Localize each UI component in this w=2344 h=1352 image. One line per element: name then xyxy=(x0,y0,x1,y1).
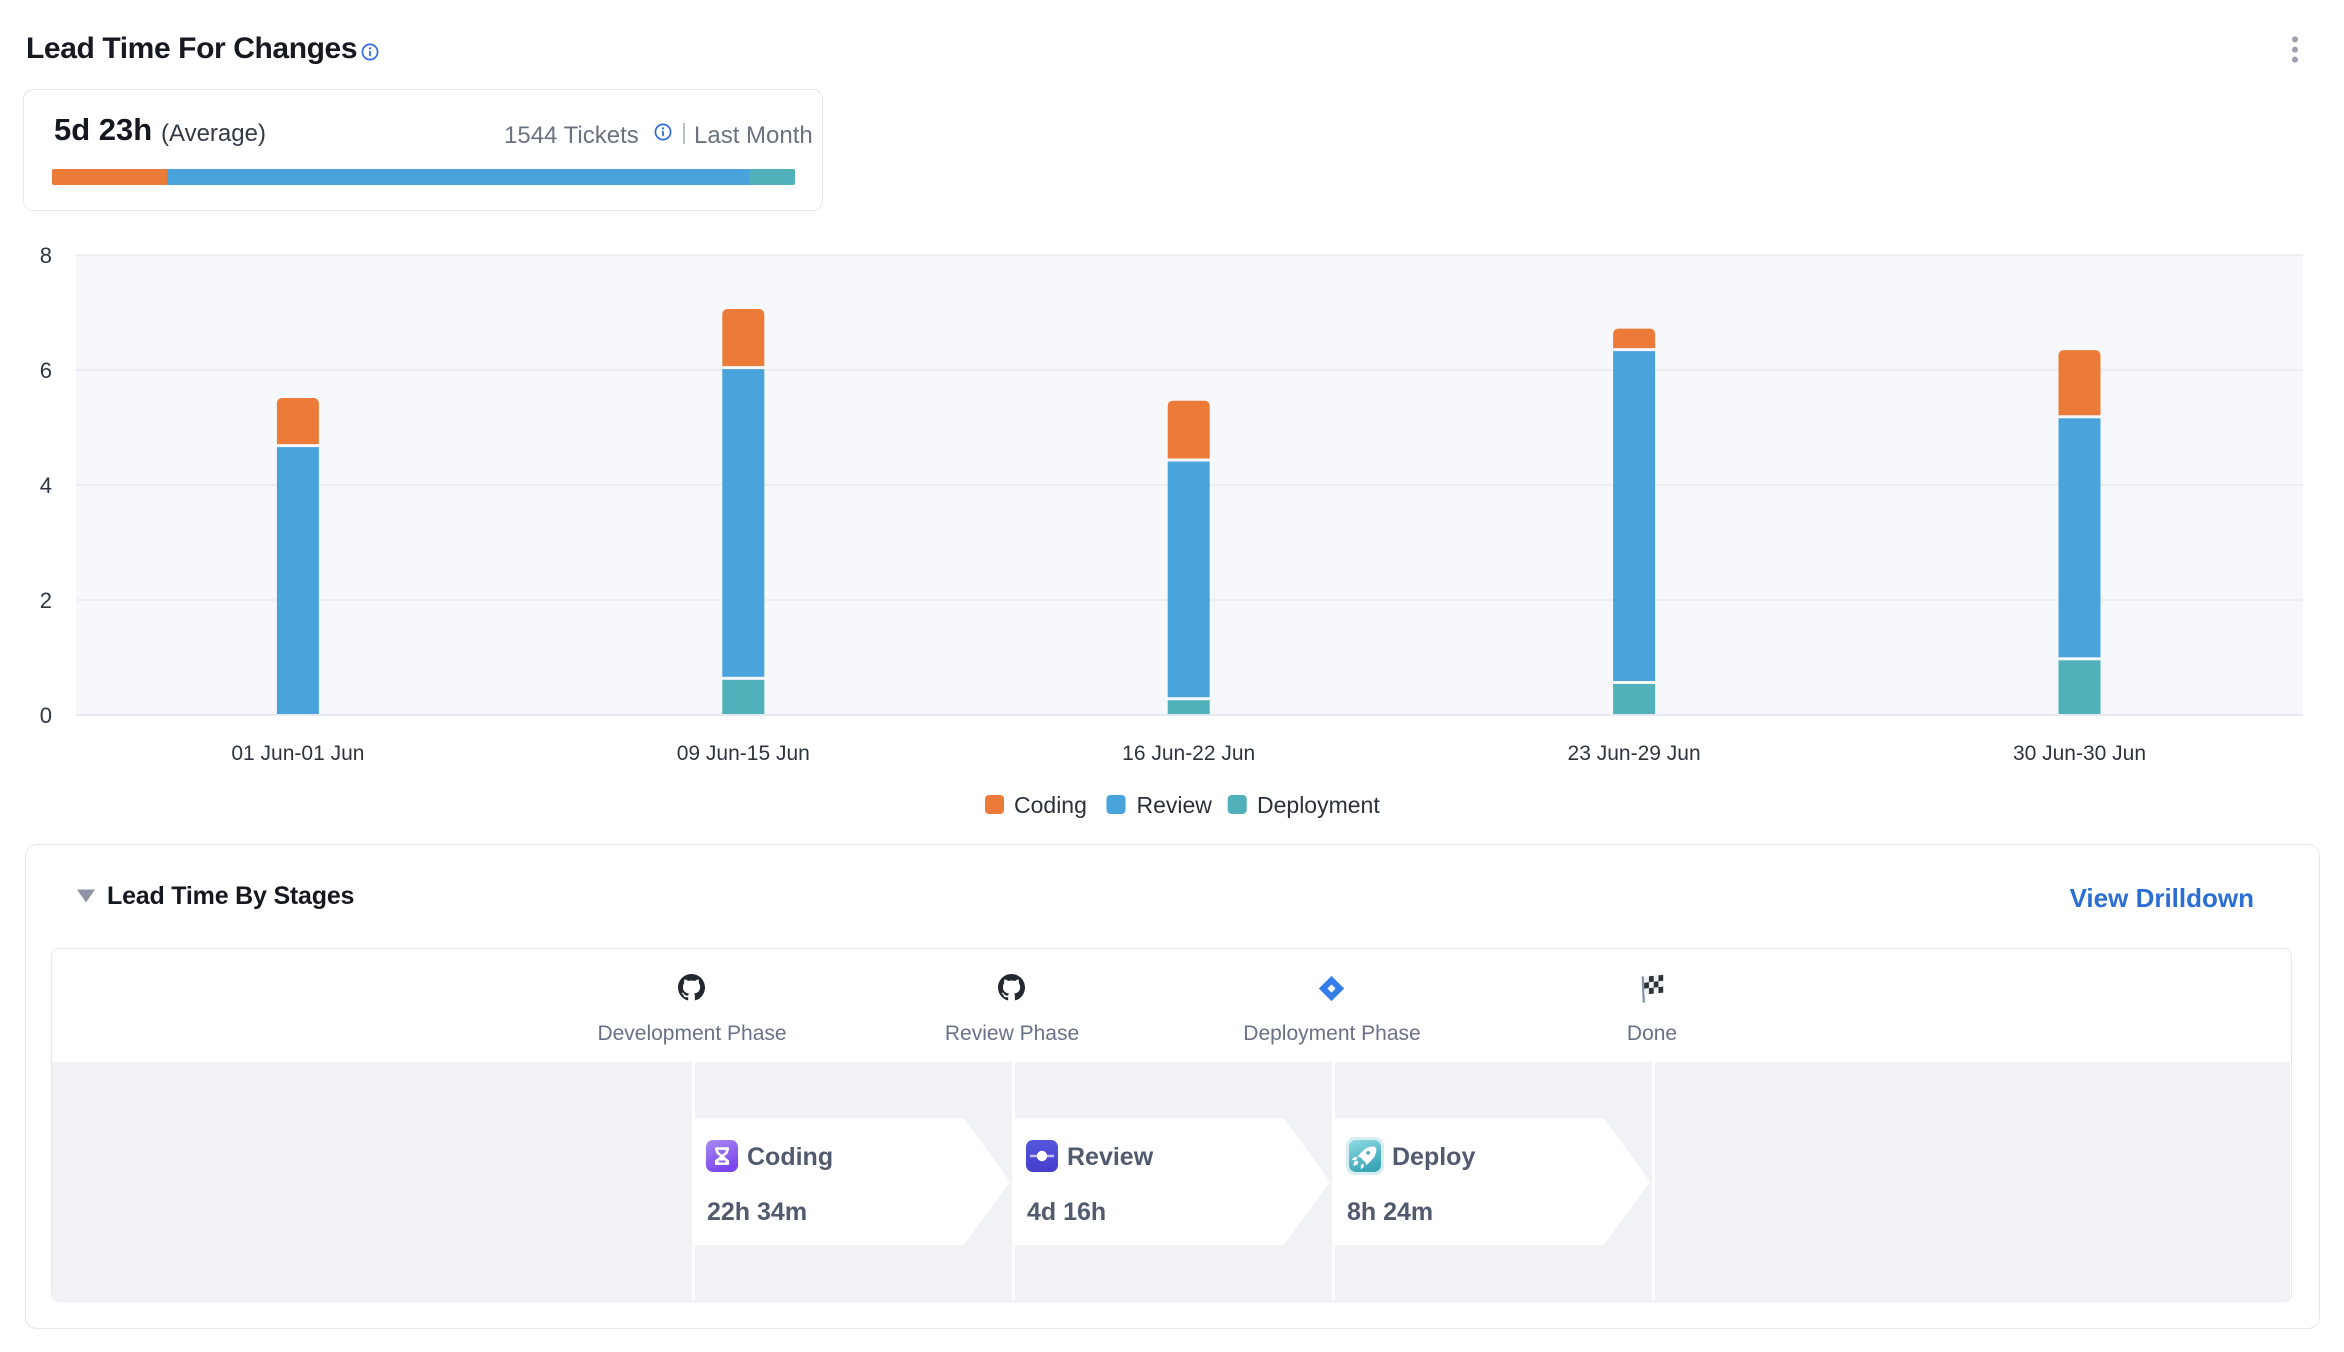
svg-text:30 Jun-30 Jun: 30 Jun-30 Jun xyxy=(2013,742,2146,765)
svg-text:09 Jun-15 Jun: 09 Jun-15 Jun xyxy=(677,742,810,765)
svg-text:16 Jun-22 Jun: 16 Jun-22 Jun xyxy=(1122,742,1255,765)
svg-text:6: 6 xyxy=(40,358,52,383)
svg-text:Deployment: Deployment xyxy=(1257,792,1380,818)
svg-text:23 Jun-29 Jun: 23 Jun-29 Jun xyxy=(1568,742,1701,765)
svg-text:0: 0 xyxy=(40,703,52,728)
svg-text:01 Jun-01 Jun: 01 Jun-01 Jun xyxy=(231,742,364,765)
svg-text:Review: Review xyxy=(1137,792,1213,818)
svg-text:Coding: Coding xyxy=(1014,792,1087,818)
svg-text:4: 4 xyxy=(40,473,52,498)
svg-text:8: 8 xyxy=(40,243,52,268)
svg-text:2: 2 xyxy=(40,588,52,613)
